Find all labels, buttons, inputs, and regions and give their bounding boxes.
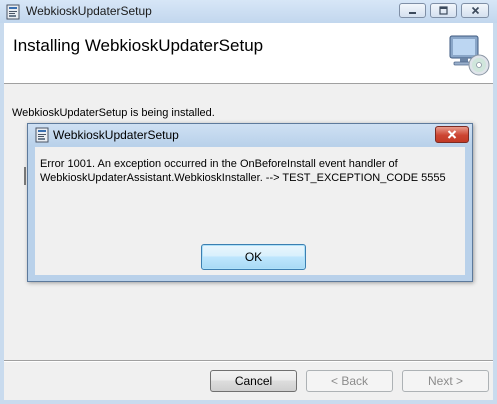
- close-icon: [447, 130, 457, 139]
- installer-icon: [35, 127, 49, 143]
- installer-window: WebkioskUpdaterSetup Installing Webkiosk…: [0, 0, 497, 404]
- close-icon: [471, 6, 479, 15]
- maximize-button[interactable]: [430, 3, 457, 18]
- next-button[interactable]: Next >: [402, 370, 489, 392]
- maximize-icon: [439, 6, 448, 15]
- installer-icon: [6, 4, 20, 20]
- window-title: WebkioskUpdaterSetup: [26, 4, 152, 18]
- title-bar[interactable]: WebkioskUpdaterSetup: [0, 0, 497, 23]
- page-title: Installing WebkioskUpdaterSetup: [13, 36, 264, 55]
- computer-cd-icon: [449, 35, 490, 76]
- dialog-body: Error 1001. An exception occurred in the…: [35, 147, 465, 275]
- header-banner: Installing WebkioskUpdaterSetup: [4, 23, 493, 84]
- window-close-button[interactable]: [461, 3, 489, 18]
- footer-divider: [4, 360, 493, 362]
- cancel-button[interactable]: Cancel: [210, 370, 297, 392]
- error-dialog: WebkioskUpdaterSetup Error 1001. An exce…: [27, 123, 473, 282]
- back-button[interactable]: < Back: [306, 370, 393, 392]
- progress-bar: [24, 167, 26, 185]
- error-message: Error 1001. An exception occurred in the…: [40, 158, 446, 184]
- ok-button[interactable]: OK: [201, 244, 306, 270]
- dialog-title-bar[interactable]: WebkioskUpdaterSetup: [28, 124, 472, 146]
- dialog-title: WebkioskUpdaterSetup: [53, 128, 179, 142]
- dialog-close-button[interactable]: [435, 126, 469, 143]
- minimize-button[interactable]: [399, 3, 426, 18]
- minimize-icon: [409, 12, 416, 14]
- install-status-text: WebkioskUpdaterSetup is being installed.: [12, 107, 215, 119]
